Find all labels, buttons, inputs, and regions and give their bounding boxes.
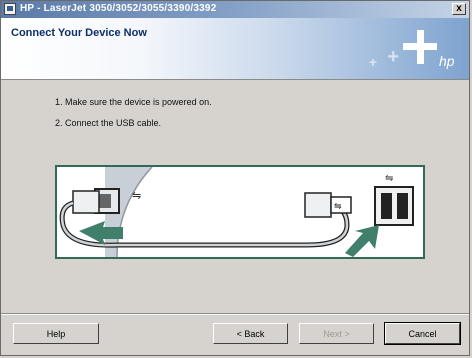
usb-symbol-icon-right: ⇋	[385, 173, 393, 184]
next-button[interactable]: Next >	[299, 323, 374, 344]
instructions: 1. Make sure the device is powered on. 2…	[55, 97, 212, 139]
usb-connection-illustration: ⇋ ⇋ ⇋	[55, 165, 425, 259]
usb-symbol-icon: ⇋	[132, 190, 141, 202]
plus-decoration-icon: +	[368, 54, 377, 70]
arrow-right-icon	[345, 225, 379, 257]
usb-a-plug	[304, 192, 332, 218]
footer-divider	[1, 313, 469, 315]
close-button[interactable]: x	[452, 3, 466, 15]
hp-logo-text: hp	[439, 53, 455, 69]
back-button[interactable]: < Back	[213, 323, 288, 344]
hp-logo-icon: hp	[403, 30, 455, 69]
app-icon	[4, 3, 16, 15]
window-title: HP - LaserJet 3050/3052/3055/3390/3392	[20, 3, 217, 14]
setup-dialog: HP - LaserJet 3050/3052/3055/3390/3392 x…	[0, 0, 470, 356]
help-button[interactable]: Help	[13, 323, 99, 344]
step-2: 2. Connect the USB cable.	[55, 118, 162, 128]
page-title: Connect Your Device Now	[11, 27, 147, 39]
plus-decoration-icon: +	[387, 46, 399, 68]
wizard-header: Connect Your Device Now + + hp	[1, 18, 469, 80]
svg-text:⇋: ⇋	[334, 201, 342, 211]
usb-b-plug	[72, 190, 100, 214]
title-bar[interactable]: HP - LaserJet 3050/3052/3055/3390/3392 x	[1, 1, 469, 18]
cancel-button[interactable]: Cancel	[384, 322, 461, 345]
step-1: 1. Make sure the device is powered on.	[55, 97, 212, 107]
